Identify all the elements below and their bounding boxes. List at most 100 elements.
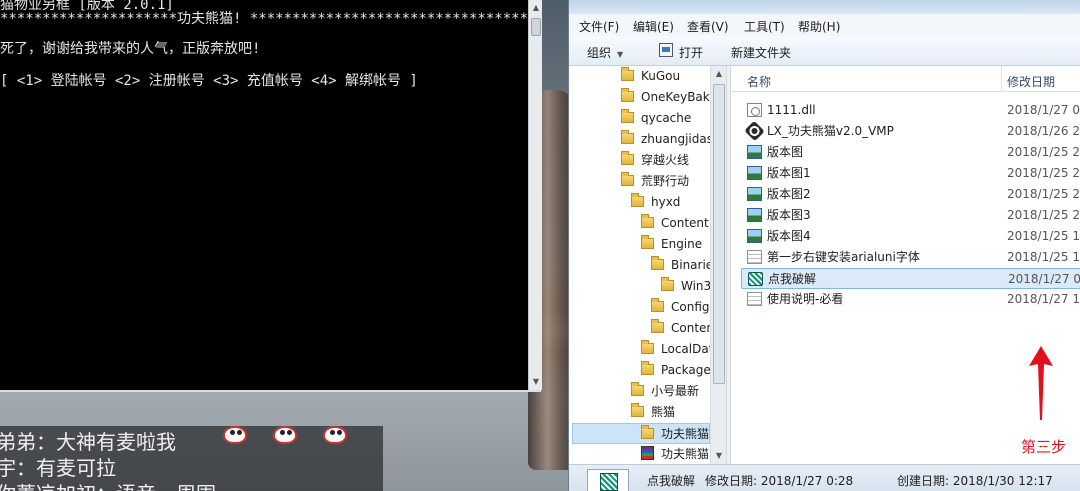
nav-item-label: 穿越火线: [641, 153, 690, 167]
rar-archive-icon: [641, 446, 654, 460]
scroll-up-icon[interactable]: ▲: [711, 66, 727, 82]
nav-item[interactable]: Content: [641, 213, 709, 234]
nav-item[interactable]: Content: [651, 318, 719, 339]
nav-item[interactable]: Config: [651, 297, 710, 318]
nav-item-label: qycache: [641, 111, 692, 125]
file-name: 1111.dll: [767, 103, 816, 117]
image-file-icon: [747, 166, 762, 180]
details-file-name: 点我破解: [647, 474, 696, 488]
file-row[interactable]: 版本图2 2018/1/25 23: [741, 184, 1080, 205]
folder-icon: [641, 425, 654, 439]
folder-icon: [641, 214, 654, 228]
console-window: 猫物业另框 [版本 2.0.1] *********************功夫…: [0, 0, 542, 392]
menu-help[interactable]: 帮助(H): [798, 18, 840, 35]
nav-item[interactable]: 小号最新: [631, 381, 699, 402]
scroll-down-icon[interactable]: ▼: [529, 374, 543, 390]
menu-file[interactable]: 文件(F): [579, 18, 619, 35]
file-list: 名称 修改日期 1111.dll 2018/1/27 0: LX_功夫熊猫v2.0…: [731, 66, 1080, 464]
details-created: 创建日期: 2018/1/30 12:17: [897, 474, 1053, 488]
nav-item[interactable]: Package: [641, 360, 711, 381]
nav-item[interactable]: zhuangjidashi: [621, 129, 724, 150]
console-line: 死了，谢谢给我带来的人气，正版奔放吧!: [0, 41, 261, 57]
nav-item[interactable]: qycache: [621, 108, 691, 129]
file-date: 2018/1/25 23: [1007, 145, 1080, 159]
folder-icon: [641, 361, 654, 375]
details-modified: 修改日期: 2018/1/27 0:28: [705, 474, 854, 488]
file-date: 2018/1/27 0:: [1008, 272, 1080, 286]
file-row-selected[interactable]: 点我破解 2018/1/27 0:: [741, 268, 1080, 289]
nav-item[interactable]: 荒野行动: [621, 171, 689, 192]
file-row[interactable]: 使用说明-必看 2018/1/27 18: [741, 289, 1080, 310]
file-row[interactable]: 1111.dll 2018/1/27 0:: [741, 100, 1080, 121]
emote-icon: [318, 424, 352, 446]
navigation-pane: KuGou OneKeyBak qycache zhuangjidashi 穿越…: [569, 66, 726, 464]
nav-scrollbar[interactable]: ▲ ▼: [710, 66, 726, 464]
menu-tools[interactable]: 工具(T): [744, 18, 785, 35]
emote-icon: [268, 424, 302, 446]
console-scrollbar[interactable]: ▲ ▼: [528, 0, 542, 390]
nav-item[interactable]: OneKeyBak: [621, 87, 710, 108]
folder-icon: [641, 340, 654, 354]
image-file-icon: [747, 145, 762, 159]
nav-item[interactable]: hyxd: [631, 192, 680, 213]
file-date: 2018/1/25 23: [1007, 208, 1080, 222]
file-name: 版本图3: [767, 208, 811, 222]
scroll-thumb[interactable]: [531, 18, 541, 36]
column-name[interactable]: 名称: [747, 73, 771, 90]
emote-icon: [218, 424, 252, 446]
file-row[interactable]: 第一步右键安装arialuni字体 2018/1/25 19: [741, 247, 1080, 268]
folder-icon: [661, 277, 674, 291]
column-divider[interactable]: [1001, 66, 1002, 92]
nav-item[interactable]: Engine: [641, 234, 702, 255]
open-button[interactable]: 打开: [679, 44, 703, 61]
file-row[interactable]: 版本图 2018/1/25 23: [741, 142, 1080, 163]
chevron-down-icon: ▼: [617, 50, 624, 59]
folder-icon: [651, 319, 664, 333]
column-modified[interactable]: 修改日期: [1007, 73, 1055, 90]
nav-item-label: Content: [661, 216, 709, 230]
file-name: 点我破解: [768, 272, 817, 286]
menu-view[interactable]: 查看(V): [687, 18, 729, 35]
nav-item-label: Engine: [661, 237, 703, 251]
file-name: LX_功夫熊猫v2.0_VMP: [767, 124, 894, 138]
nav-item[interactable]: 熊猫: [631, 402, 675, 423]
console-line: [ <1> 登陆帐号 <2> 注册帐号 <3> 充值帐号 <4> 解绑帐号 ]: [0, 73, 418, 89]
scroll-thumb[interactable]: [713, 84, 725, 384]
nav-item[interactable]: 功夫熊猫: [641, 444, 709, 464]
folder-icon: [621, 88, 634, 102]
exe-file-icon: [744, 120, 765, 142]
console-line: *********************功夫熊猫! *************…: [0, 11, 529, 27]
file-name: 版本图1: [767, 166, 811, 180]
file-row[interactable]: 版本图3 2018/1/25 23: [741, 205, 1080, 226]
nav-item[interactable]: KuGou: [621, 66, 680, 87]
file-row[interactable]: 版本图1 2018/1/25 23: [741, 163, 1080, 184]
folder-icon: [651, 256, 664, 270]
command-bar: 组织 ▼ 打开 新建文件夹: [569, 36, 1080, 66]
file-date: 2018/1/25 23: [1007, 187, 1080, 201]
folder-icon: [621, 130, 634, 144]
cracker-exe-icon: [587, 469, 629, 491]
file-row[interactable]: 版本图4 2018/1/25 18: [741, 226, 1080, 247]
nav-item-label: Config: [671, 300, 710, 314]
folder-icon: [621, 172, 634, 186]
folder-icon: [621, 109, 634, 123]
scroll-down-icon[interactable]: ▼: [711, 448, 727, 464]
nav-item[interactable]: LocalData: [641, 339, 721, 360]
file-date: 2018/1/27 0:: [1007, 103, 1080, 117]
file-name: 版本图2: [767, 187, 811, 201]
column-header: 名称 修改日期: [731, 66, 1080, 92]
chat-message: 你菁凉加初：语音，周围: [0, 478, 216, 491]
image-file-icon: [747, 208, 762, 222]
file-name: 版本图: [767, 145, 804, 159]
nav-item-label: 功夫熊猫: [661, 447, 710, 461]
organize-button[interactable]: 组织 ▼: [587, 44, 623, 61]
file-row[interactable]: LX_功夫熊猫v2.0_VMP 2018/1/26 22: [741, 120, 1080, 142]
scroll-up-icon[interactable]: ▲: [529, 0, 543, 16]
nav-item-selected[interactable]: 功夫熊猫: [572, 423, 710, 444]
file-date: 2018/1/26 22: [1007, 124, 1080, 138]
nav-item-label: 功夫熊猫: [661, 427, 710, 441]
nav-item[interactable]: 穿越火线: [621, 150, 689, 171]
new-folder-button[interactable]: 新建文件夹: [731, 44, 791, 61]
menu-edit[interactable]: 编辑(E): [633, 18, 674, 35]
chat-message: 弟弟：大神有麦啦我: [0, 430, 176, 454]
